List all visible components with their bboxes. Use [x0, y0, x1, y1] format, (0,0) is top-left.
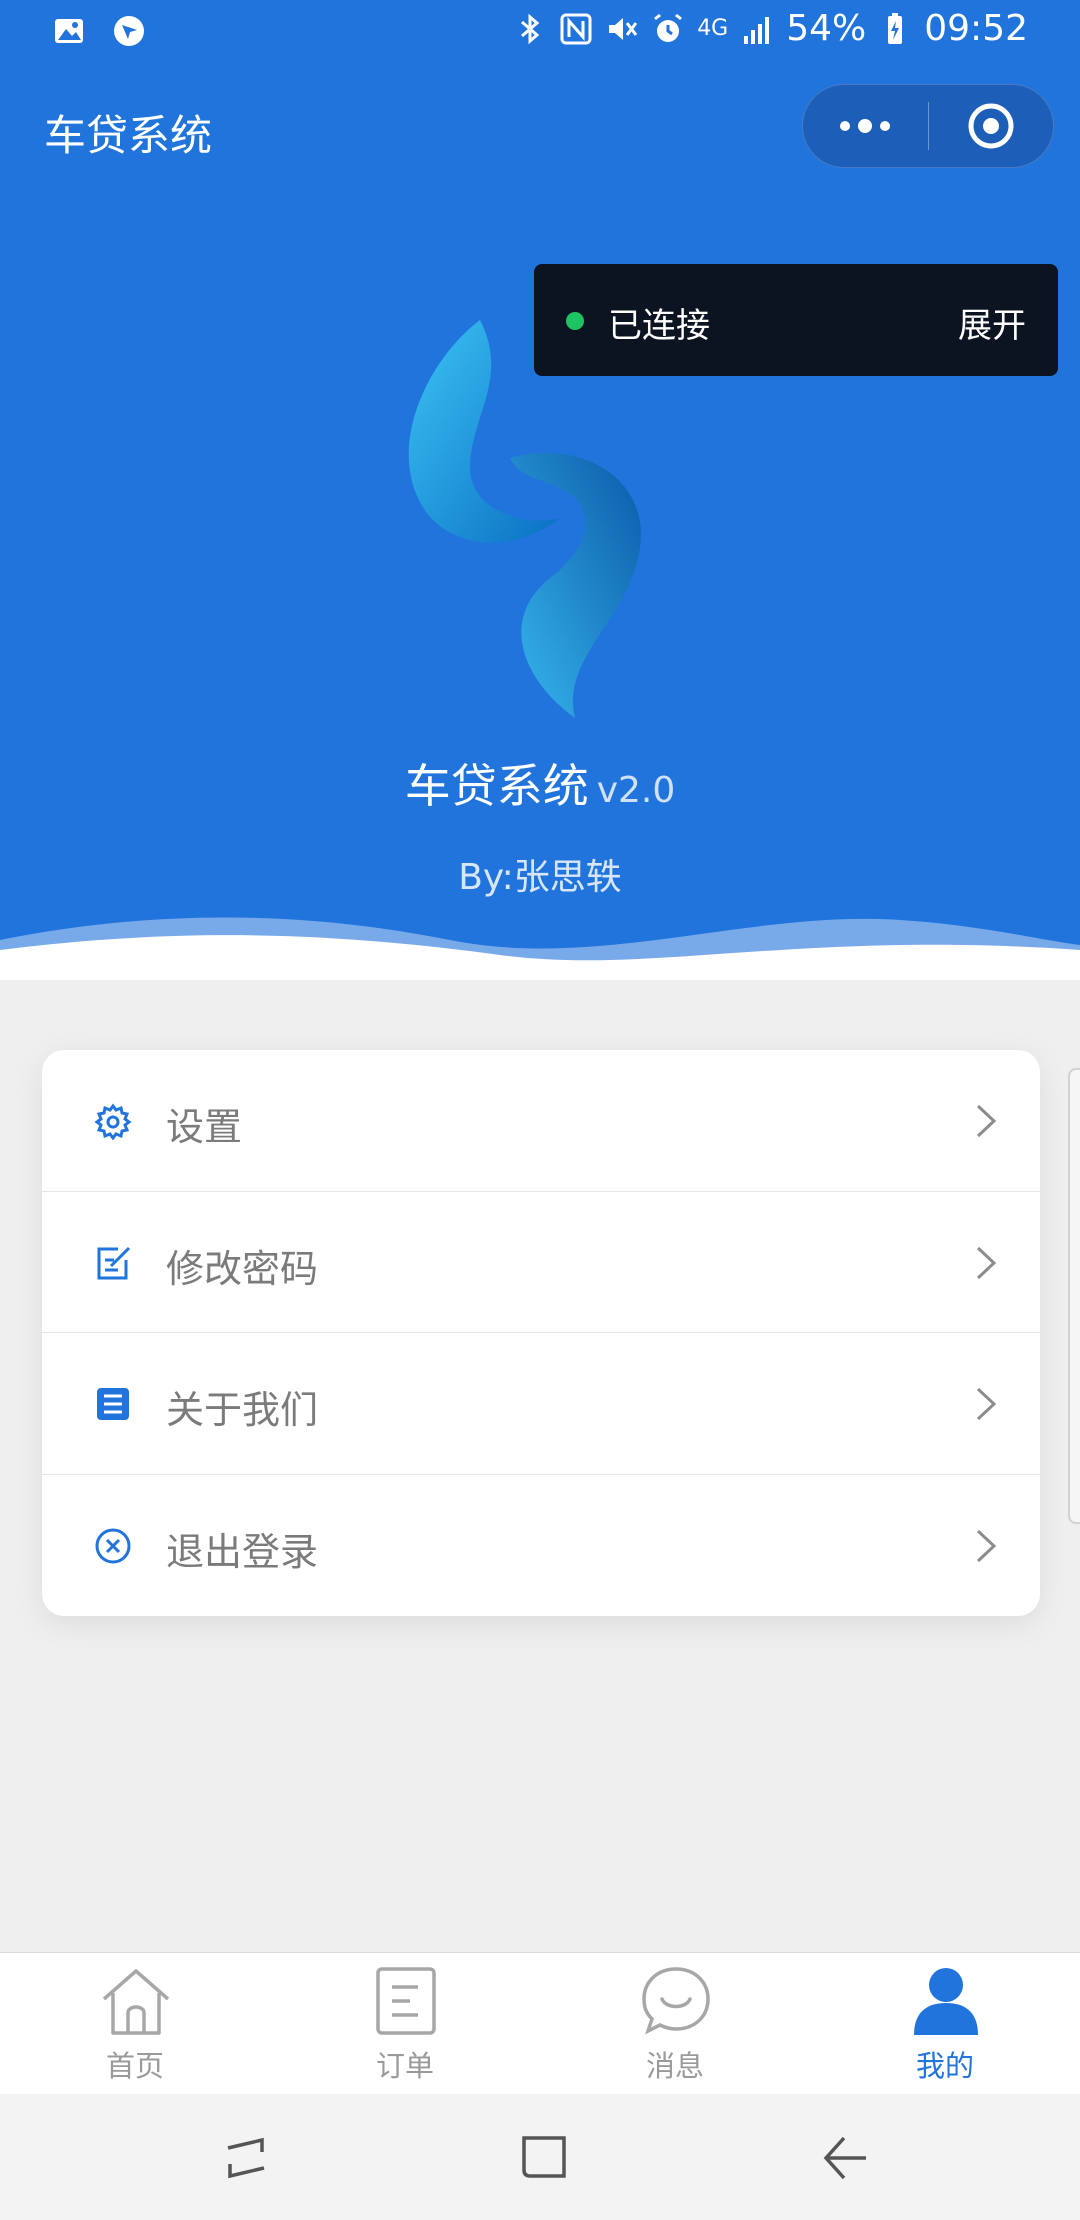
gear-icon — [94, 1103, 132, 1140]
home-icon — [102, 1969, 170, 2035]
menu-item-label: 修改密码 — [166, 1246, 319, 1291]
page-title: 车贷系统 — [44, 111, 213, 160]
app-name: 车贷系统 — [404, 759, 589, 813]
bluetooth-icon — [521, 13, 540, 44]
tab-home[interactable]: 首页 — [0, 1953, 270, 2095]
message-icon — [642, 1967, 710, 2035]
wave-decoration — [0, 917, 1080, 980]
alarm-icon — [654, 13, 683, 42]
tab-label: 消息 — [645, 2049, 704, 2083]
signal-icon — [744, 16, 770, 44]
chevron-right-icon — [976, 1387, 997, 1421]
menu-item-label: 退出登录 — [166, 1529, 319, 1574]
menu-item-change-password[interactable]: 修改密码 — [42, 1192, 1040, 1333]
bottom-tab-bar: 首页 订单 消息 我的 — [0, 1952, 1080, 2094]
battery-icon — [888, 12, 903, 44]
app-name-heading: 车贷系统 v2.0 — [0, 750, 1080, 816]
miniprogram-capsule — [802, 84, 1054, 168]
app-version: v2.0 — [596, 770, 676, 811]
tab-label: 订单 — [375, 2049, 434, 2083]
more-dots-icon — [840, 119, 891, 133]
target-icon — [968, 103, 1014, 149]
close-miniprogram-button[interactable] — [929, 84, 1054, 168]
mute-icon — [609, 17, 638, 40]
tab-label: 首页 — [105, 2049, 164, 2083]
order-icon — [376, 1967, 436, 2035]
tab-orders[interactable]: 订单 — [270, 1953, 540, 2095]
chevron-right-icon — [976, 1529, 997, 1562]
more-button[interactable] — [803, 84, 928, 168]
menu-item-logout[interactable]: 退出登录 — [42, 1475, 1040, 1617]
chevron-right-icon — [976, 1104, 997, 1138]
recent-apps-icon[interactable] — [218, 2130, 274, 2186]
back-arrow-icon[interactable] — [818, 2130, 874, 2186]
document-icon — [97, 1388, 129, 1420]
clock: 09:52 — [924, 8, 1028, 49]
profile-hero: 4G 54% 09:52 车贷系统 已连接 展开 车贷系统 v2.0 By:张思… — [0, 0, 1080, 980]
battery-percent: 54% — [786, 8, 867, 49]
menu-card: 设置 修改密码 关于我们 退出登录 — [42, 1050, 1040, 1616]
status-bar: 4G 54% 09:52 — [0, 0, 1080, 64]
close-circle-icon — [95, 1528, 131, 1563]
edit-icon — [97, 1246, 131, 1279]
app-logo — [408, 320, 641, 718]
title-bar: 车贷系统 — [0, 84, 1080, 172]
home-square-icon[interactable] — [516, 2130, 572, 2186]
tab-mine[interactable]: 我的 — [810, 1953, 1080, 2095]
author-byline: By:张思轶 — [458, 857, 622, 898]
tab-label: 我的 — [915, 2049, 974, 2083]
location-notification-icon — [114, 16, 144, 46]
menu-item-about-us[interactable]: 关于我们 — [42, 1333, 1040, 1475]
tab-messages[interactable]: 消息 — [540, 1953, 810, 2095]
network-type: 4G — [697, 16, 729, 41]
expand-button[interactable]: 展开 — [958, 298, 1026, 347]
side-drawer-handle[interactable] — [1068, 1068, 1080, 1524]
menu-item-settings[interactable]: 设置 — [42, 1050, 1040, 1192]
chevron-right-icon — [976, 1246, 997, 1279]
system-nav-bar — [0, 2094, 1080, 2220]
user-icon — [914, 1968, 978, 2035]
menu-item-label: 关于我们 — [166, 1388, 319, 1432]
gallery-icon — [55, 19, 83, 43]
nfc-icon — [560, 13, 592, 44]
menu-item-label: 设置 — [166, 1105, 243, 1149]
